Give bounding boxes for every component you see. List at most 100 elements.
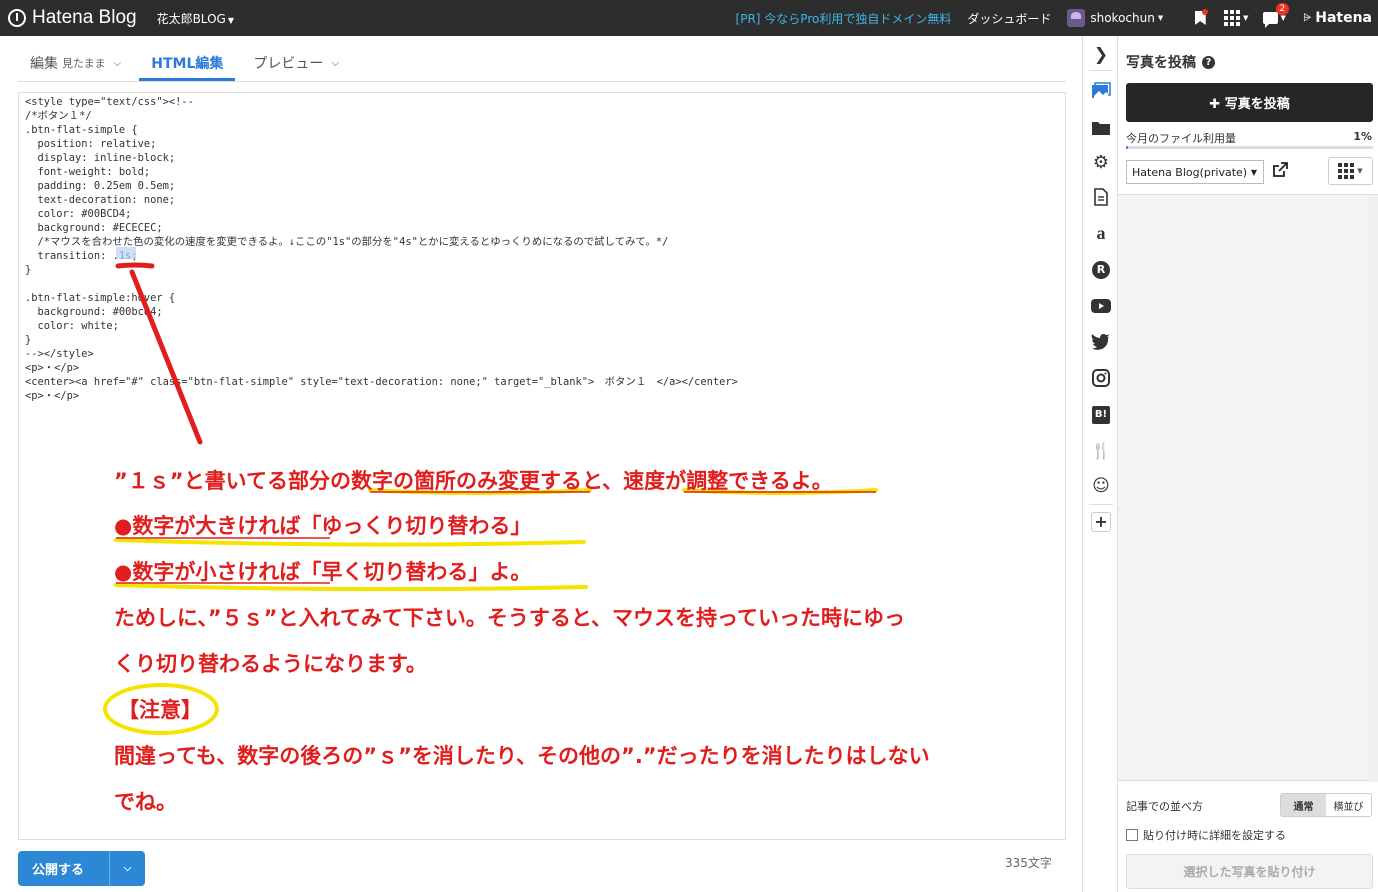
unread-dot — [1202, 9, 1209, 15]
global-header: Hatena Blog 花太郎BLOG ▼ [PR] 今ならPro利用で独自ドメイ… — [0, 0, 1378, 36]
post-photo-button[interactable]: ✚ 写真を投稿 — [1126, 83, 1373, 122]
tab-html-edit-label: HTML編集 — [151, 56, 224, 72]
tab-html-edit[interactable]: HTML編集 — [139, 53, 236, 81]
rail-divider — [1089, 70, 1113, 71]
note-line-2: ●数字が大きければ「ゆっくり切り替わる」 — [114, 514, 532, 538]
code-line: --></style> — [25, 348, 94, 360]
view-mode-button[interactable]: ▼ — [1328, 157, 1373, 185]
twitter-icon[interactable] — [1090, 331, 1112, 353]
note-line-4: ためしに、”５ｓ”と入れてみて下さい。そうすると、マウスを持っていった時にゆっ — [114, 606, 905, 630]
sort-normal-button[interactable]: 通常 — [1281, 794, 1326, 816]
detail-setting-checkbox[interactable] — [1126, 829, 1138, 841]
note-line-7: 間違っても、数字の後ろの”ｓ”を消したり、その他の”.”だったりを消したりはしな… — [114, 744, 930, 768]
code-line: } — [25, 264, 32, 276]
hatena-bookmark-icon[interactable]: B! — [1090, 404, 1112, 426]
sidebar-icon-rail: ❯ ⚙ a R B! 🍴 ☺ + — [1082, 36, 1118, 892]
code-line: position: relative; — [25, 138, 157, 150]
caret-down-icon: ▼ — [1357, 167, 1363, 175]
hatena-home-link[interactable]: ⩥ Hatena — [1303, 10, 1372, 26]
external-link-icon[interactable] — [1272, 162, 1292, 182]
note-line-1: ”１ｓ”と書いてる部分の数字の箇所のみ変更すると、速度が調整できるよ。 — [114, 469, 833, 493]
rail-divider — [1089, 504, 1113, 505]
caret-down-icon: ▼ — [1243, 14, 1249, 22]
usage-percent: 1% — [1353, 130, 1372, 143]
avatar — [1067, 9, 1086, 27]
youtube-icon[interactable] — [1090, 295, 1112, 317]
note-line-3: ●数字が小さければ「早く切り替わる」よ。 — [114, 560, 532, 584]
hatena-blog-logo[interactable]: Hatena Blog — [8, 7, 137, 29]
code-line: color: white; — [25, 320, 119, 332]
tab-preview[interactable]: プレビュー ⌵ — [241, 53, 351, 81]
amazon-icon[interactable]: a — [1090, 222, 1112, 244]
header-right: [PR] 今ならPro利用で独自ドメイン無料 ダッシュボード shokochun… — [736, 0, 1378, 36]
chevron-down-icon: ⌵ — [113, 57, 122, 69]
sort-horizontal-button[interactable]: 横並び — [1326, 794, 1371, 816]
photo-list-scrollbar[interactable] — [1368, 195, 1378, 782]
editor-tabs: 編集 見たまま ⌵ HTML編集 プレビュー ⌵ — [18, 36, 1066, 82]
add-icon[interactable]: + — [1090, 511, 1112, 533]
photo-list[interactable] — [1118, 194, 1378, 782]
pr-link[interactable]: [PR] 今ならPro利用で独自ドメイン無料 — [736, 10, 952, 27]
sort-toggle: 通常 横並び — [1280, 793, 1372, 817]
help-icon[interactable]: ? — [1202, 55, 1215, 69]
code-line: transition: .1s; — [25, 250, 138, 262]
caret-down-icon: ▼ — [1157, 14, 1164, 22]
panel-title-text: 写真を投稿 — [1126, 55, 1196, 71]
blog-selector[interactable]: 花太郎BLOG ▼ — [157, 10, 234, 27]
code-line: <center><a href="#" class="btn-flat-simp… — [25, 376, 738, 388]
photo-source-value: Hatena Blog(private) — [1132, 165, 1248, 179]
hatena-logo-icon — [8, 9, 26, 27]
document-icon[interactable] — [1090, 186, 1112, 208]
code-line: padding: 0.25em 0.5em; — [25, 180, 176, 192]
code-line: .btn-flat-simple { — [25, 124, 138, 136]
restaurant-icon[interactable]: 🍴 — [1090, 439, 1112, 461]
code-line: <p>・</p> — [25, 362, 80, 374]
photo-panel: 写真を投稿 ? ✚ 写真を投稿 今月のファイル利用量 1% Hatena Blo… — [1118, 36, 1378, 892]
code-line: background: #ECECEC; — [25, 222, 163, 234]
instagram-icon[interactable] — [1090, 367, 1112, 389]
username: shokochun — [1090, 11, 1155, 25]
paste-selected-photos-button[interactable]: 選択した写真を貼り付け — [1126, 854, 1373, 889]
publish-label: 公開する — [18, 851, 110, 886]
usage-progress-bar — [1126, 146, 1373, 149]
code-line: <p>・</p> — [25, 390, 80, 402]
notifications-button[interactable]: 2 ▼ — [1257, 0, 1291, 36]
photo-icon[interactable] — [1090, 80, 1112, 102]
note-line-6: 【注意】 — [118, 698, 202, 722]
code-line: text-decoration: none; — [25, 194, 176, 206]
code-line: <style type="text/css"><!-- — [25, 96, 194, 108]
logo-text: Hatena Blog — [32, 7, 137, 28]
collapse-chevron-icon[interactable]: ❯ — [1090, 44, 1112, 66]
dashboard-link[interactable]: ダッシュボード — [967, 10, 1051, 27]
apps-menu-button[interactable]: ▼ — [1219, 0, 1253, 36]
note-line-5: くり切り替わるようになります。 — [114, 652, 427, 676]
rakuten-icon[interactable]: R — [1090, 259, 1112, 281]
gear-icon[interactable]: ⚙ — [1090, 151, 1112, 173]
publish-button[interactable]: 公開する ⌵ — [18, 851, 145, 886]
code-content[interactable]: <style type="text/css"><!-- /*ボタン１*/ .btn-… — [25, 95, 738, 403]
smiley-icon[interactable]: ☺ — [1090, 475, 1112, 497]
bookmark-button[interactable] — [1185, 0, 1215, 36]
caret-down-icon: ▼ — [1250, 167, 1257, 177]
code-line: .btn-flat-simple:hover { — [25, 292, 176, 304]
publish-options-chevron-icon[interactable]: ⌵ — [110, 863, 145, 874]
code-line: } — [25, 334, 32, 346]
photo-source-select[interactable]: Hatena Blog(private) ▼ — [1126, 160, 1264, 184]
blog-name: 花太郎BLOG — [156, 11, 226, 26]
speech-bubble-icon — [1262, 12, 1278, 28]
code-line: font-weight: bold; — [25, 166, 151, 178]
user-menu[interactable]: shokochun ▼ — [1067, 9, 1163, 27]
notification-badge: 2 — [1275, 3, 1290, 15]
tab-edit[interactable]: 編集 見たまま ⌵ — [18, 53, 133, 81]
tab-edit-mode: 見たまま — [62, 57, 106, 70]
tab-preview-label: プレビュー — [253, 56, 324, 72]
detail-setting-row[interactable]: 貼り付け時に詳細を設定する — [1126, 827, 1286, 843]
hatena-spark-icon: ⩥ — [1303, 12, 1312, 24]
panel-title: 写真を投稿 ? — [1126, 52, 1215, 72]
sort-label: 記事での並べ方 — [1126, 800, 1203, 813]
detail-setting-label: 貼り付け時に詳細を設定する — [1143, 829, 1286, 842]
folder-icon[interactable] — [1090, 116, 1112, 138]
caret-down-icon: ▼ — [227, 15, 234, 25]
note-line-8: でね。 — [114, 790, 177, 814]
